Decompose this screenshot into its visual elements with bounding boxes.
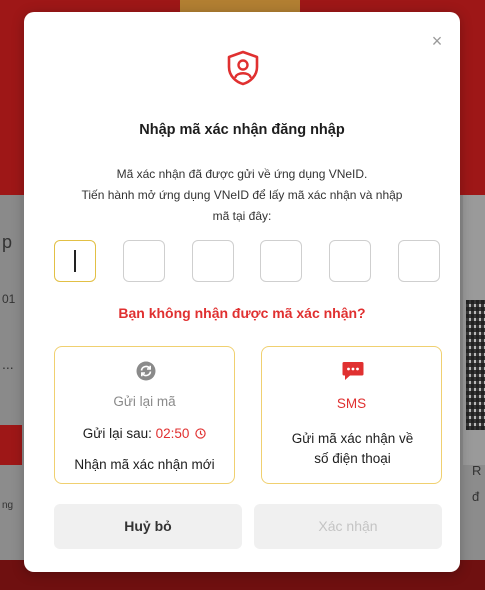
resend-after-label: Gửi lại sau: — [82, 426, 152, 441]
sms-description-line: Gửi mã xác nhận về — [291, 431, 414, 446]
refresh-icon — [136, 361, 156, 381]
dialog-description: Mã xác nhận đã được gửi về ứng dụng VNeI… — [64, 164, 420, 227]
sms-icon — [342, 362, 364, 380]
shield-user-icon — [227, 50, 259, 86]
description-line: mã tại đây: — [212, 209, 272, 223]
clock-icon — [195, 428, 206, 439]
sms-code-card[interactable]: SMS Gửi mã xác nhận về số điện thoại — [261, 346, 442, 484]
background-text: ... — [2, 356, 14, 372]
resend-new-code-label: Nhận mã xác nhận mới — [74, 457, 215, 472]
background-text: 01 — [2, 292, 16, 306]
dialog-title: Nhập mã xác nhận đăng nhập — [139, 122, 345, 138]
countdown-timer: 02:50 — [155, 426, 190, 441]
description-line: Mã xác nhận đã được gửi về ứng dụng VNeI… — [116, 167, 368, 181]
background-qr-code — [466, 300, 485, 430]
background-left-button — [0, 425, 22, 465]
otp-digit-input-6[interactable] — [398, 240, 440, 282]
description-line: Tiến hành mở ứng dụng VNeID để lấy mã xá… — [81, 188, 403, 202]
otp-login-dialog: × Nhập mã xác nhận đăng nhập Mã xác nhận… — [24, 12, 460, 572]
background-text: ng — [2, 500, 14, 511]
background-text: R — [472, 463, 482, 478]
sms-description-line: số điện thoại — [314, 451, 391, 466]
close-icon[interactable]: × — [428, 32, 446, 50]
otp-digit-input-2[interactable] — [123, 240, 165, 282]
cancel-button[interactable]: Huỷ bỏ — [54, 504, 242, 549]
otp-digit-input-4[interactable] — [260, 240, 302, 282]
background-text: đ — [472, 489, 480, 504]
sms-title: SMS — [336, 396, 367, 411]
no-code-heading: Bạn không nhận được mã xác nhận? — [118, 305, 366, 321]
sms-description: Gửi mã xác nhận về số điện thoại — [272, 429, 433, 469]
resend-code-card[interactable]: Gửi lại mã Gửi lại sau: 02:50 Nhận mã xá… — [54, 346, 235, 484]
otp-digit-input-3[interactable] — [192, 240, 234, 282]
otp-input-group — [54, 240, 444, 284]
background-left-panel — [0, 195, 22, 435]
text-cursor — [74, 250, 76, 272]
confirm-button[interactable]: Xác nhận — [254, 504, 442, 549]
background-text: p — [2, 232, 13, 252]
otp-digit-input-5[interactable] — [329, 240, 371, 282]
resend-code-title: Gửi lại mã — [113, 394, 176, 409]
resend-countdown: Gửi lại sau: 02:50 — [55, 426, 234, 441]
